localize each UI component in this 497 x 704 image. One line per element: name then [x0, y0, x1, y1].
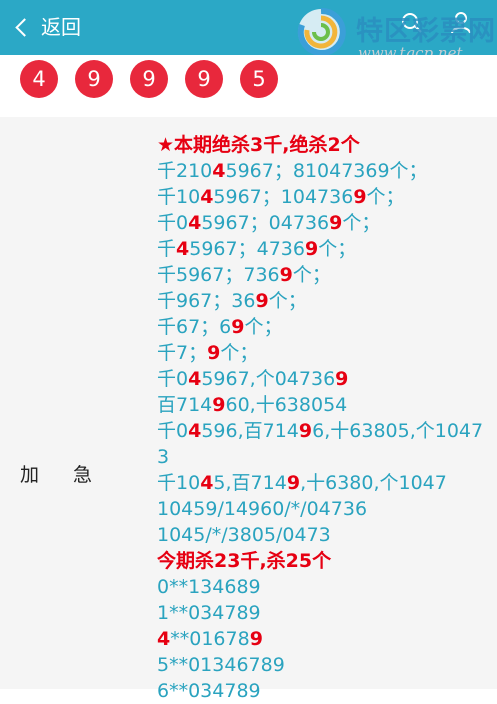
- prediction-content: ★本期绝杀3千,绝杀2个 千21045967；81047369个； 千10459…: [157, 132, 487, 704]
- prediction-line: 0**134689: [157, 576, 261, 598]
- prediction-panel: 加急 ★本期绝杀3千,绝杀2个 千21045967；81047369个； 千10…: [0, 117, 497, 702]
- prediction-line: 4**016789: [157, 628, 263, 650]
- prediction-line: 1045/*/3805/0473: [157, 524, 331, 546]
- prediction-line: 千1045,百7149,十6380,个1047: [157, 472, 447, 494]
- result-ball: 9: [75, 60, 113, 98]
- prediction-line: 千1045967；1047369个；: [157, 186, 405, 208]
- prediction-line: 10459/14960/*/04736: [157, 498, 368, 520]
- prediction-line: 千21045967；81047369个；: [157, 160, 428, 182]
- back-button[interactable]: 返回: [15, 12, 81, 42]
- chevron-left-icon: [15, 17, 34, 37]
- prediction-line: 百714960,十638054: [157, 394, 348, 416]
- row-label: 加急: [20, 460, 92, 487]
- prediction-line: 千45967；47369个；: [157, 238, 357, 260]
- prediction-line: 千967；369个；: [157, 290, 307, 312]
- result-ball: 9: [185, 60, 223, 98]
- prediction-line: 1**034789: [157, 602, 261, 624]
- site-logo: 特区彩票网 www.tqcp.net: [296, 3, 496, 63]
- result-ball: 4: [20, 60, 58, 98]
- prediction-line: 千045967；047369个；: [157, 212, 381, 234]
- row-label-char: 加: [20, 464, 40, 486]
- prediction-line: 千7；9个；: [157, 342, 259, 364]
- logo-name: 特区彩票网: [356, 16, 496, 47]
- result-ball: 5: [240, 60, 278, 98]
- prediction-line: 千5967；7369个；: [157, 264, 331, 286]
- prediction-line: 千045967,个047369: [157, 368, 349, 390]
- top-bar: 返回 特区彩票网 www.tqcp.net: [0, 0, 497, 62]
- prediction-line: 6**034789: [157, 680, 261, 702]
- draw-result-balls: 4 9 9 9 5: [0, 55, 497, 117]
- title-line: 今期杀23千,杀25个: [157, 550, 332, 572]
- prediction-line: 千67；69个；: [157, 316, 283, 338]
- prediction-line: 千04596,百71496,十63805,个10473: [157, 420, 484, 468]
- logo-swirl-icon: [297, 7, 346, 56]
- result-ball: 9: [130, 60, 168, 98]
- row-label-char: 急: [73, 464, 93, 486]
- prediction-line: 5**01346789: [157, 654, 285, 676]
- title-line: ★本期绝杀3千,绝杀2个: [157, 134, 360, 156]
- back-label: 返回: [41, 15, 81, 39]
